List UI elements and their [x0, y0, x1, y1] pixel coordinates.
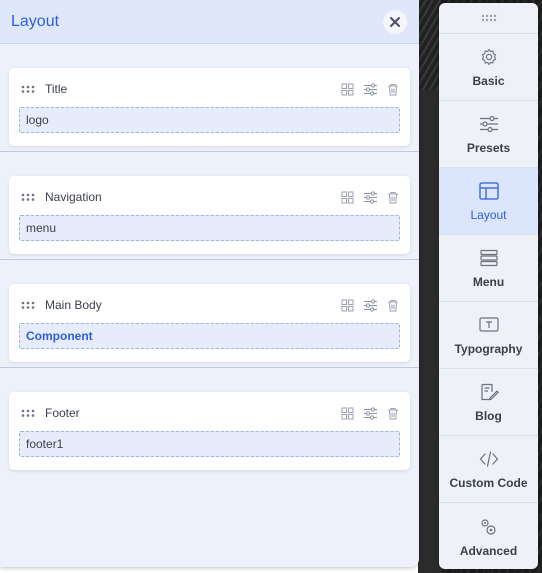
layout-section-title: Title logo — [0, 44, 419, 152]
sidebar-item-label: Blog — [475, 409, 502, 423]
sidebar-item-label: Typography — [454, 342, 523, 356]
blog-icon — [480, 383, 499, 401]
section-label: Title — [45, 82, 68, 96]
sidebar-item-typography[interactable]: Typography — [439, 302, 538, 369]
trash-icon[interactable] — [387, 299, 399, 312]
sidebar-item-blog[interactable]: Blog — [439, 369, 538, 436]
trash-icon[interactable] — [387, 191, 399, 204]
sidebar-item-label: Menu — [472, 275, 505, 289]
sidebar-drag-grip[interactable] — [439, 3, 538, 34]
gear-icon — [481, 48, 496, 66]
sidebar-item-label: Custom Code — [449, 476, 528, 490]
sidebar-item-menu[interactable]: Menu — [439, 235, 538, 302]
panel-title: Layout — [11, 12, 60, 30]
sidebar-item-basic[interactable]: Basic — [439, 34, 538, 101]
columns-icon[interactable] — [341, 191, 354, 204]
layout-section-navigation: Navigation menu — [0, 152, 419, 260]
menu-icon — [479, 249, 498, 267]
section-slot[interactable]: menu — [19, 215, 400, 241]
typography-icon — [478, 317, 499, 332]
sliders-icon — [479, 115, 498, 133]
columns-icon[interactable] — [341, 83, 354, 96]
drag-handle-icon[interactable] — [21, 85, 35, 93]
settings-sliders-icon[interactable] — [363, 406, 378, 420]
columns-icon[interactable] — [341, 299, 354, 312]
settings-sliders-icon[interactable] — [363, 190, 378, 204]
section-card[interactable]: Navigation menu — [9, 176, 410, 254]
close-icon — [390, 16, 400, 27]
layout-section-main-body: Main Body Component — [0, 260, 419, 368]
section-label: Navigation — [45, 190, 102, 204]
settings-sidebar: Basic Presets Layout Menu Typography Blo… — [439, 3, 538, 569]
advanced-icon — [480, 518, 496, 535]
sidebar-item-custom-code[interactable]: Custom Code — [439, 436, 538, 503]
columns-icon[interactable] — [341, 407, 354, 420]
section-label: Main Body — [45, 298, 102, 312]
settings-sliders-icon[interactable] — [363, 298, 378, 312]
drag-handle-icon[interactable] — [21, 409, 35, 417]
trash-icon[interactable] — [387, 83, 399, 96]
code-icon — [479, 451, 498, 467]
drag-handle-icon[interactable] — [21, 193, 35, 201]
section-slot[interactable]: footer1 — [19, 431, 400, 457]
panel-header: Layout — [0, 0, 419, 44]
section-card[interactable]: Main Body Component — [9, 284, 410, 362]
sidebar-item-label: Layout — [470, 208, 507, 222]
section-label: Footer — [45, 406, 80, 420]
section-slot[interactable]: logo — [19, 107, 400, 133]
settings-sliders-icon[interactable] — [363, 82, 378, 96]
section-card[interactable]: Footer footer1 — [9, 392, 410, 470]
sidebar-item-label: Basic — [472, 74, 505, 88]
section-slot-component[interactable]: Component — [19, 323, 400, 349]
grip-icon — [481, 14, 496, 22]
sidebar-item-presets[interactable]: Presets — [439, 101, 538, 168]
section-card[interactable]: Title logo — [9, 68, 410, 146]
drag-handle-icon[interactable] — [21, 301, 35, 309]
sidebar-item-advanced[interactable]: Advanced — [439, 503, 538, 569]
close-button[interactable] — [383, 9, 407, 34]
sidebar-item-label: Advanced — [459, 543, 518, 558]
sidebar-item-label: Presets — [466, 141, 511, 155]
layout-section-footer: Footer footer1 — [0, 368, 419, 476]
sidebar-item-layout[interactable]: Layout — [439, 168, 538, 235]
trash-icon[interactable] — [387, 407, 399, 420]
layout-panel: Layout Title logo Navigation menu Main B… — [0, 0, 419, 567]
layout-icon — [478, 182, 499, 200]
